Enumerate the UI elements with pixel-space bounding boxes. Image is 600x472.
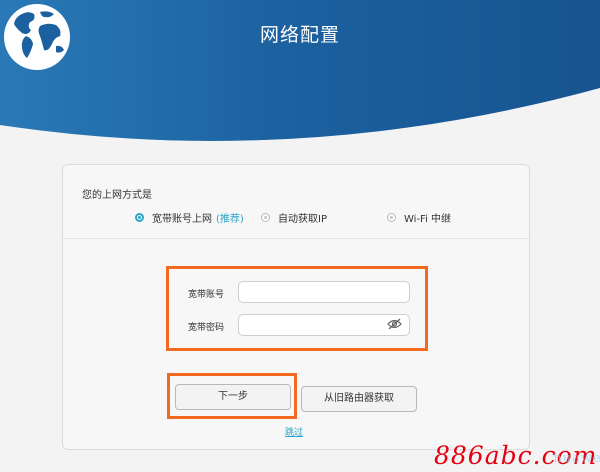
page-title: 网络配置 (259, 24, 340, 46)
form-highlight-box (166, 266, 428, 351)
recommended-tag: (推荐) (216, 213, 244, 225)
password-input[interactable] (238, 314, 410, 336)
radio-option-broadband[interactable]: 宽带账号上网 (推荐) (135, 209, 244, 225)
radio-unselected-icon[interactable] (387, 212, 396, 222)
radio-label-broadband: 宽带账号上网 (152, 213, 212, 225)
connection-question: 您的上网方式是 (82, 190, 152, 201)
next-button[interactable]: 下一步 (175, 384, 291, 410)
radio-option-wifi-relay[interactable]: Wi-Fi 中继 (387, 209, 451, 225)
radio-selected-icon[interactable] (135, 212, 144, 222)
globe-icon (4, 4, 70, 70)
section-divider (63, 238, 529, 239)
get-from-old-router-button[interactable]: 从旧路由器获取 (301, 386, 417, 412)
account-input[interactable] (238, 281, 410, 303)
site-watermark: 886abc.comhuawei (434, 441, 600, 470)
eye-icon[interactable] (387, 318, 402, 330)
watermark-faint-text: huawei (553, 451, 600, 466)
account-label: 宽带账号 (188, 290, 225, 300)
radio-unselected-icon[interactable] (261, 212, 270, 222)
header-banner: 网络配置 (0, 0, 600, 170)
radio-option-dhcp[interactable]: 自动获取IP (261, 209, 327, 225)
password-label: 宽带密码 (188, 323, 225, 333)
radio-label-wifi-relay: Wi-Fi 中继 (404, 213, 452, 225)
skip-link[interactable]: 跳过 (285, 425, 303, 438)
radio-label-dhcp: 自动获取IP (278, 213, 327, 225)
